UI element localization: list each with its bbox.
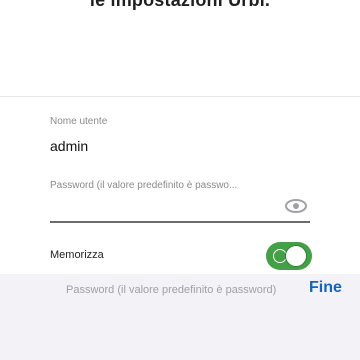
remember-toggle[interactable] (266, 242, 312, 270)
remember-label: Memorizza (50, 249, 104, 261)
top-area: le impostazioni Urbi. (0, 0, 360, 96)
done-button[interactable]: Fine (309, 279, 342, 297)
username-label: Nome utente (50, 116, 108, 127)
eye-icon[interactable] (285, 198, 307, 214)
password-underline (50, 221, 310, 223)
partial-header-text: le impostazioni Urbi. (89, 0, 271, 10)
divider (0, 96, 360, 97)
password-field[interactable]: Password (il valore predefinito è passwo… (50, 180, 237, 191)
keyboard-hint: Password (il valore predefinito è passwo… (66, 284, 277, 296)
username-field[interactable]: admin (50, 138, 88, 154)
keyboard-accessory-bar: Password (il valore predefinito è passwo… (0, 274, 360, 360)
remember-row: Memorizza (0, 236, 360, 278)
toggle-knob (285, 245, 307, 267)
